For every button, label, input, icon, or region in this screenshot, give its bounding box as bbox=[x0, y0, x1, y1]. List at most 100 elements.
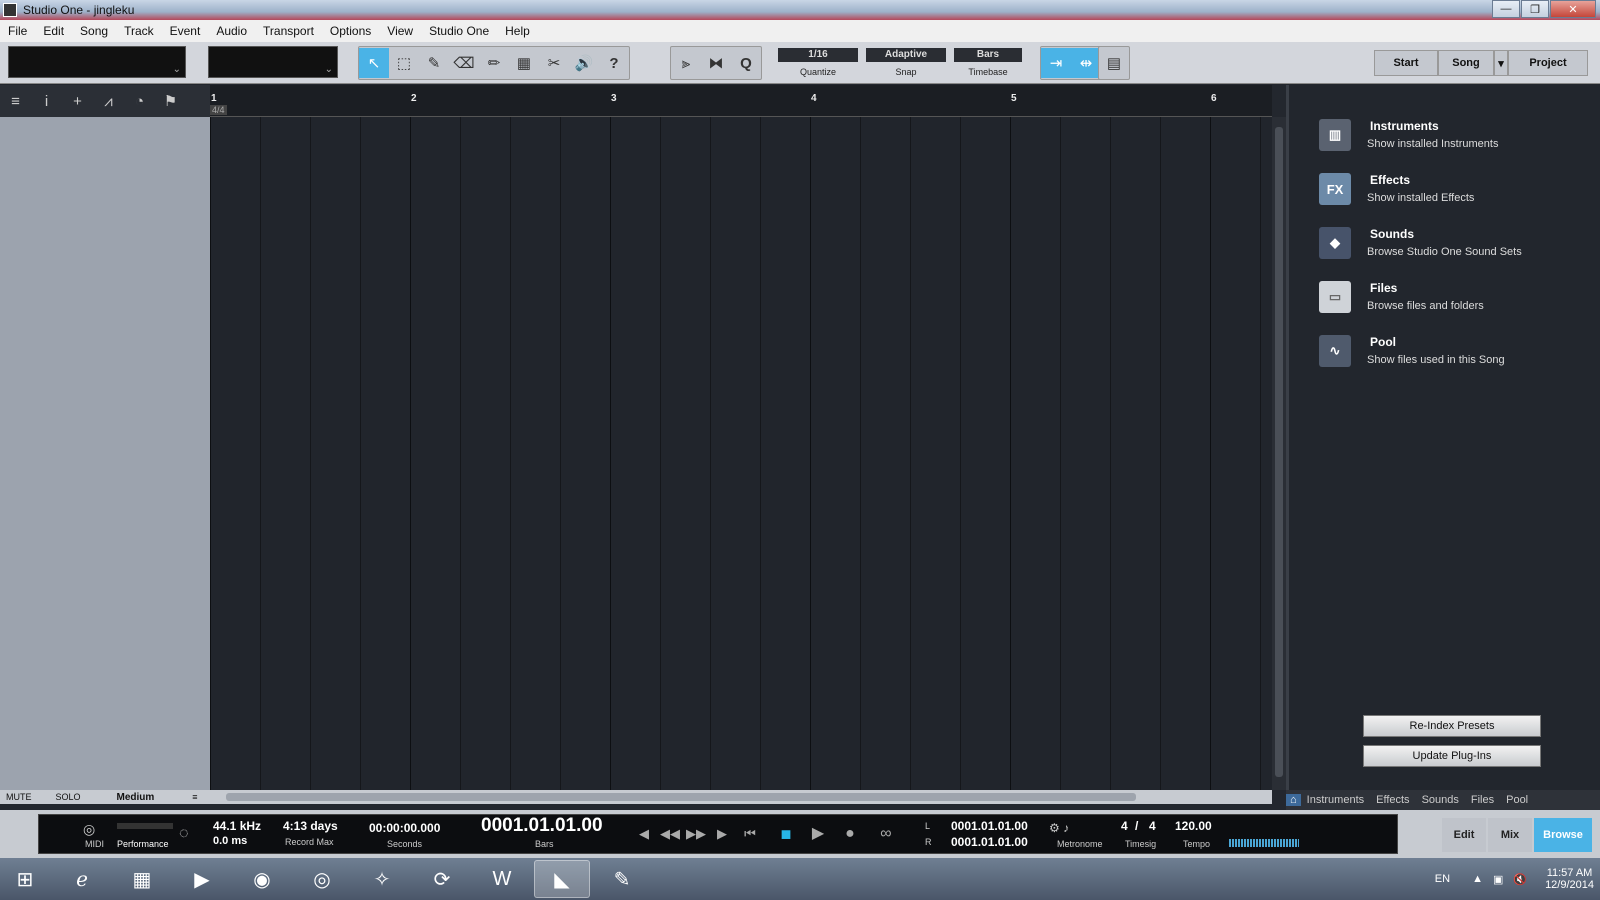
view-dropdown[interactable] bbox=[208, 46, 338, 78]
bend-tool-icon[interactable]: ✂ bbox=[539, 48, 569, 78]
menu-edit[interactable]: Edit bbox=[35, 24, 72, 38]
browser-item-files[interactable]: ▭ Files Browse files and folders bbox=[1319, 281, 1484, 313]
browser-tab-pool[interactable]: Pool bbox=[1500, 794, 1534, 806]
horizontal-scrollbar[interactable] bbox=[210, 790, 1272, 804]
word-icon[interactable]: W bbox=[474, 860, 530, 898]
menu-options[interactable]: Options bbox=[322, 24, 379, 38]
tempo-icon[interactable]: ◔ bbox=[124, 93, 155, 110]
network-icon[interactable]: ▣ bbox=[1493, 873, 1503, 886]
minimize-button[interactable]: — bbox=[1492, 0, 1520, 18]
safari-icon[interactable]: ✧ bbox=[354, 860, 410, 898]
internet-explorer-icon[interactable]: ℯ bbox=[54, 860, 110, 898]
close-button[interactable]: ✕ bbox=[1550, 0, 1596, 18]
menu-file[interactable]: File bbox=[0, 24, 35, 38]
horizontal-scroll-thumb[interactable] bbox=[226, 793, 1136, 801]
snap-value[interactable]: Adaptive bbox=[866, 48, 946, 62]
seconds-display[interactable]: 00:00:00.000 bbox=[369, 821, 440, 835]
browser-tab-files[interactable]: Files bbox=[1465, 794, 1500, 806]
firefox-icon[interactable]: ◉ bbox=[234, 860, 290, 898]
track-preset-dropdown[interactable] bbox=[8, 46, 186, 78]
track-height-select[interactable]: Medium bbox=[117, 792, 155, 803]
split-tool-icon[interactable]: ✎ bbox=[419, 48, 449, 78]
browser-tab-sounds[interactable]: Sounds bbox=[1416, 794, 1465, 806]
rewind-start-icon[interactable]: ◀ bbox=[631, 823, 657, 845]
browser-item-sounds[interactable]: ◆ Sounds Browse Studio One Sound Sets bbox=[1319, 227, 1522, 259]
song-dropdown-icon[interactable]: ▾ bbox=[1494, 50, 1508, 76]
show-hidden-icons-icon[interactable]: ▲ bbox=[1472, 873, 1483, 885]
track-list-panel[interactable] bbox=[0, 117, 210, 790]
song-page-tab[interactable]: Song bbox=[1438, 50, 1494, 76]
menu-song[interactable]: Song bbox=[72, 24, 116, 38]
menu-view[interactable]: View bbox=[379, 24, 421, 38]
loop-end[interactable]: 0001.01.01.00 bbox=[951, 835, 1028, 849]
track-list-icon[interactable]: ≡ bbox=[0, 93, 31, 110]
reindex-presets-button[interactable]: Re-Index Presets bbox=[1363, 715, 1541, 737]
timesig-numerator[interactable]: 4 bbox=[1121, 819, 1128, 833]
project-page-tab[interactable]: Project bbox=[1508, 50, 1588, 76]
arrow-tool-icon[interactable]: ↖ bbox=[359, 48, 389, 78]
eraser-tool-icon[interactable]: ⌫ bbox=[449, 48, 479, 78]
performance-label[interactable]: Performance bbox=[117, 839, 169, 849]
rewind-icon[interactable]: ◀◀ bbox=[657, 823, 683, 845]
paint-icon[interactable]: ✎ bbox=[594, 860, 650, 898]
maximize-button[interactable]: ❐ bbox=[1521, 0, 1549, 18]
browser-item-pool[interactable]: ∿ Pool Show files used in this Song bbox=[1319, 335, 1505, 367]
return-to-zero-icon[interactable]: ⏮ bbox=[737, 823, 763, 845]
quantize-value[interactable]: 1/16 bbox=[778, 48, 858, 62]
inspector-icon[interactable]: i bbox=[31, 93, 62, 110]
follow-icon[interactable]: ⇹ bbox=[1071, 48, 1101, 78]
menu-studio-one[interactable]: Studio One bbox=[421, 24, 497, 38]
browser-tab-instruments[interactable]: Instruments bbox=[1301, 794, 1370, 806]
chrome-icon[interactable]: ◎ bbox=[294, 860, 350, 898]
vertical-scroll-thumb[interactable] bbox=[1275, 127, 1283, 777]
range-tool-icon[interactable]: ⬚ bbox=[389, 48, 419, 78]
metronome-label[interactable]: Metronome bbox=[1057, 839, 1103, 849]
browser-item-effects[interactable]: FX Effects Show installed Effects bbox=[1319, 173, 1474, 205]
menu-audio[interactable]: Audio bbox=[208, 24, 255, 38]
menu-event[interactable]: Event bbox=[162, 24, 209, 38]
timesig-denominator[interactable]: 4 bbox=[1149, 819, 1156, 833]
media-player-icon[interactable]: ▶ bbox=[174, 860, 230, 898]
autoscroll-icon[interactable]: ⇥ bbox=[1041, 48, 1071, 78]
paint-tool-icon[interactable]: ✏ bbox=[479, 48, 509, 78]
menu-transport[interactable]: Transport bbox=[255, 24, 322, 38]
record-icon[interactable]: ● bbox=[837, 823, 863, 845]
film-icon[interactable]: ▤ bbox=[1099, 48, 1129, 78]
timebase-value[interactable]: Bars bbox=[954, 48, 1022, 62]
quantize-full-icon[interactable]: ⧓ bbox=[701, 48, 731, 78]
update-plugins-button[interactable]: Update Plug-Ins bbox=[1363, 745, 1541, 767]
arrange-view[interactable] bbox=[210, 117, 1272, 790]
clock-time[interactable]: 11:57 AM bbox=[1545, 867, 1594, 879]
forward-icon[interactable]: ▶ bbox=[709, 823, 735, 845]
start-orb-icon[interactable]: ⊞ bbox=[0, 860, 50, 898]
language-indicator[interactable]: EN bbox=[1435, 873, 1450, 885]
play-icon[interactable]: ▶ bbox=[805, 823, 831, 845]
vertical-scrollbar[interactable] bbox=[1272, 117, 1286, 790]
stop-icon[interactable]: ■ bbox=[773, 823, 799, 845]
loop-start[interactable]: 0001.01.01.00 bbox=[951, 819, 1028, 833]
volume-muted-icon[interactable]: 🔇 bbox=[1513, 873, 1527, 886]
mix-view-tab[interactable]: Mix bbox=[1488, 818, 1532, 852]
browser-tab-effects[interactable]: Effects bbox=[1370, 794, 1415, 806]
browser-item-instruments[interactable]: ▥ Instruments Show installed Instruments bbox=[1319, 119, 1498, 151]
loop-icon[interactable]: ∞ bbox=[873, 823, 899, 845]
clock-date[interactable]: 12/9/2014 bbox=[1545, 879, 1594, 891]
solo-all-label[interactable]: SOLO bbox=[56, 792, 81, 802]
menu-help[interactable]: Help bbox=[497, 24, 538, 38]
mute-all-label[interactable]: MUTE bbox=[6, 792, 32, 802]
browser-home-icon[interactable]: ⌂ bbox=[1286, 794, 1301, 806]
automation-icon[interactable]: ⩘ bbox=[93, 93, 124, 110]
quantize-50-icon[interactable]: ⫸ bbox=[671, 48, 701, 78]
menu-track[interactable]: Track bbox=[116, 24, 162, 38]
quantize-q-icon[interactable]: Q bbox=[731, 48, 761, 78]
marker-icon[interactable]: ⚑ bbox=[155, 92, 186, 110]
bars-display[interactable]: 0001.01.01.00 bbox=[481, 815, 603, 837]
sync-app-icon[interactable]: ⟳ bbox=[414, 860, 470, 898]
metronome-settings-icon[interactable]: ⚙ ♪ bbox=[1049, 821, 1069, 835]
help-tool-icon[interactable]: ? bbox=[599, 48, 629, 78]
studio-one-taskbar-icon[interactable]: ◣ bbox=[534, 860, 590, 898]
start-page-tab[interactable]: Start bbox=[1374, 50, 1438, 76]
fast-forward-icon[interactable]: ▶▶ bbox=[683, 823, 709, 845]
listen-tool-icon[interactable]: 🔊 bbox=[569, 48, 599, 78]
add-track-icon[interactable]: + bbox=[62, 93, 93, 110]
